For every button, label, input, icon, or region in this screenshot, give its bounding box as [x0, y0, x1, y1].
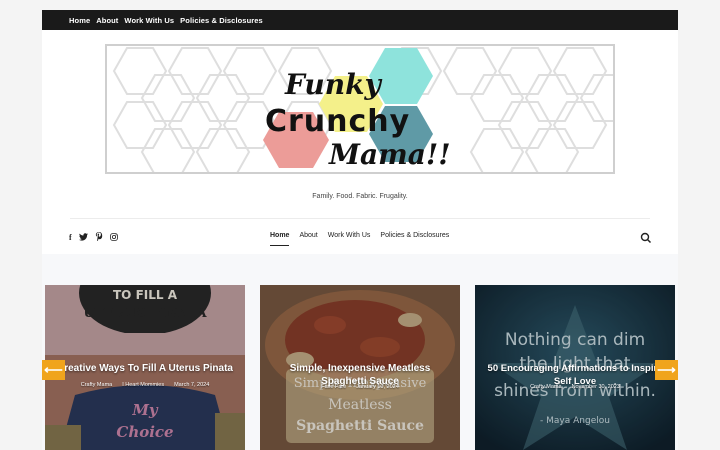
facebook-icon[interactable]: f [69, 233, 72, 242]
slide-meta: Fave Fare January 10, 2024 [260, 384, 460, 390]
slide-meta: Crafty Mama November 30, 2023 [475, 384, 675, 390]
nav-about[interactable]: About [299, 232, 317, 239]
svg-text:Mama!!: Mama!! [328, 138, 451, 171]
slide-date: January 10, 2024 [356, 384, 399, 390]
slider-prev-button[interactable]: ⟵ [42, 360, 65, 380]
nav-home[interactable]: Home [270, 232, 290, 246]
svg-text:Funky: Funky [284, 68, 383, 101]
top-menu-about[interactable]: About [96, 16, 118, 25]
slide-author[interactable]: Crafty Mama [530, 384, 561, 390]
slider-next-button[interactable]: ⟶ [655, 360, 678, 380]
logo-graphic: Funky Crunchy Mama!! [112, 47, 613, 172]
header-divider [70, 218, 650, 219]
slide-card-uterus-pinata[interactable]: TO FILL A UTERUS PINATA My Choice Creati… [45, 285, 245, 450]
twitter-icon[interactable] [78, 232, 88, 243]
slide-date: March 7, 2024 [174, 382, 210, 388]
slide-author[interactable]: Fave Fare [321, 384, 346, 390]
slide-date: November 30, 2023 [571, 384, 620, 390]
slide-author[interactable]: Crafty Mama [81, 382, 112, 388]
site-logo-banner[interactable]: Funky Crunchy Mama!! [105, 44, 615, 174]
top-menu-home[interactable]: Home [69, 16, 90, 25]
main-navigation: Home About Work With Us Policies & Discl… [270, 232, 449, 246]
pinterest-icon[interactable] [95, 232, 103, 243]
svg-text:Crunchy: Crunchy [265, 104, 410, 139]
slide-title[interactable]: Creative Ways To Fill A Uterus Pinata [51, 362, 239, 375]
slide-category[interactable]: I Heart Mommies [122, 382, 164, 388]
social-icons: f [69, 232, 118, 243]
slide-card-affirmations[interactable]: Nothing can dim the light that shines fr… [475, 285, 675, 450]
site-tagline: Family. Food. Fabric. Frugality. [312, 193, 408, 200]
search-icon[interactable] [640, 231, 652, 244]
instagram-icon[interactable] [109, 232, 118, 243]
slide-meta: Crafty Mama I Heart Mommies March 7, 202… [45, 382, 245, 388]
nav-policies[interactable]: Policies & Disclosures [380, 232, 449, 239]
top-menu-work-with-us[interactable]: Work With Us [124, 16, 174, 25]
top-menu-policies[interactable]: Policies & Disclosures [180, 16, 263, 25]
top-menu-bar: Home About Work With Us Policies & Discl… [42, 10, 678, 30]
slide-card-spaghetti-sauce[interactable]: Simple, Inexpensive Meatless Spaghetti S… [260, 285, 460, 450]
nav-work-with-us[interactable]: Work With Us [328, 232, 371, 239]
